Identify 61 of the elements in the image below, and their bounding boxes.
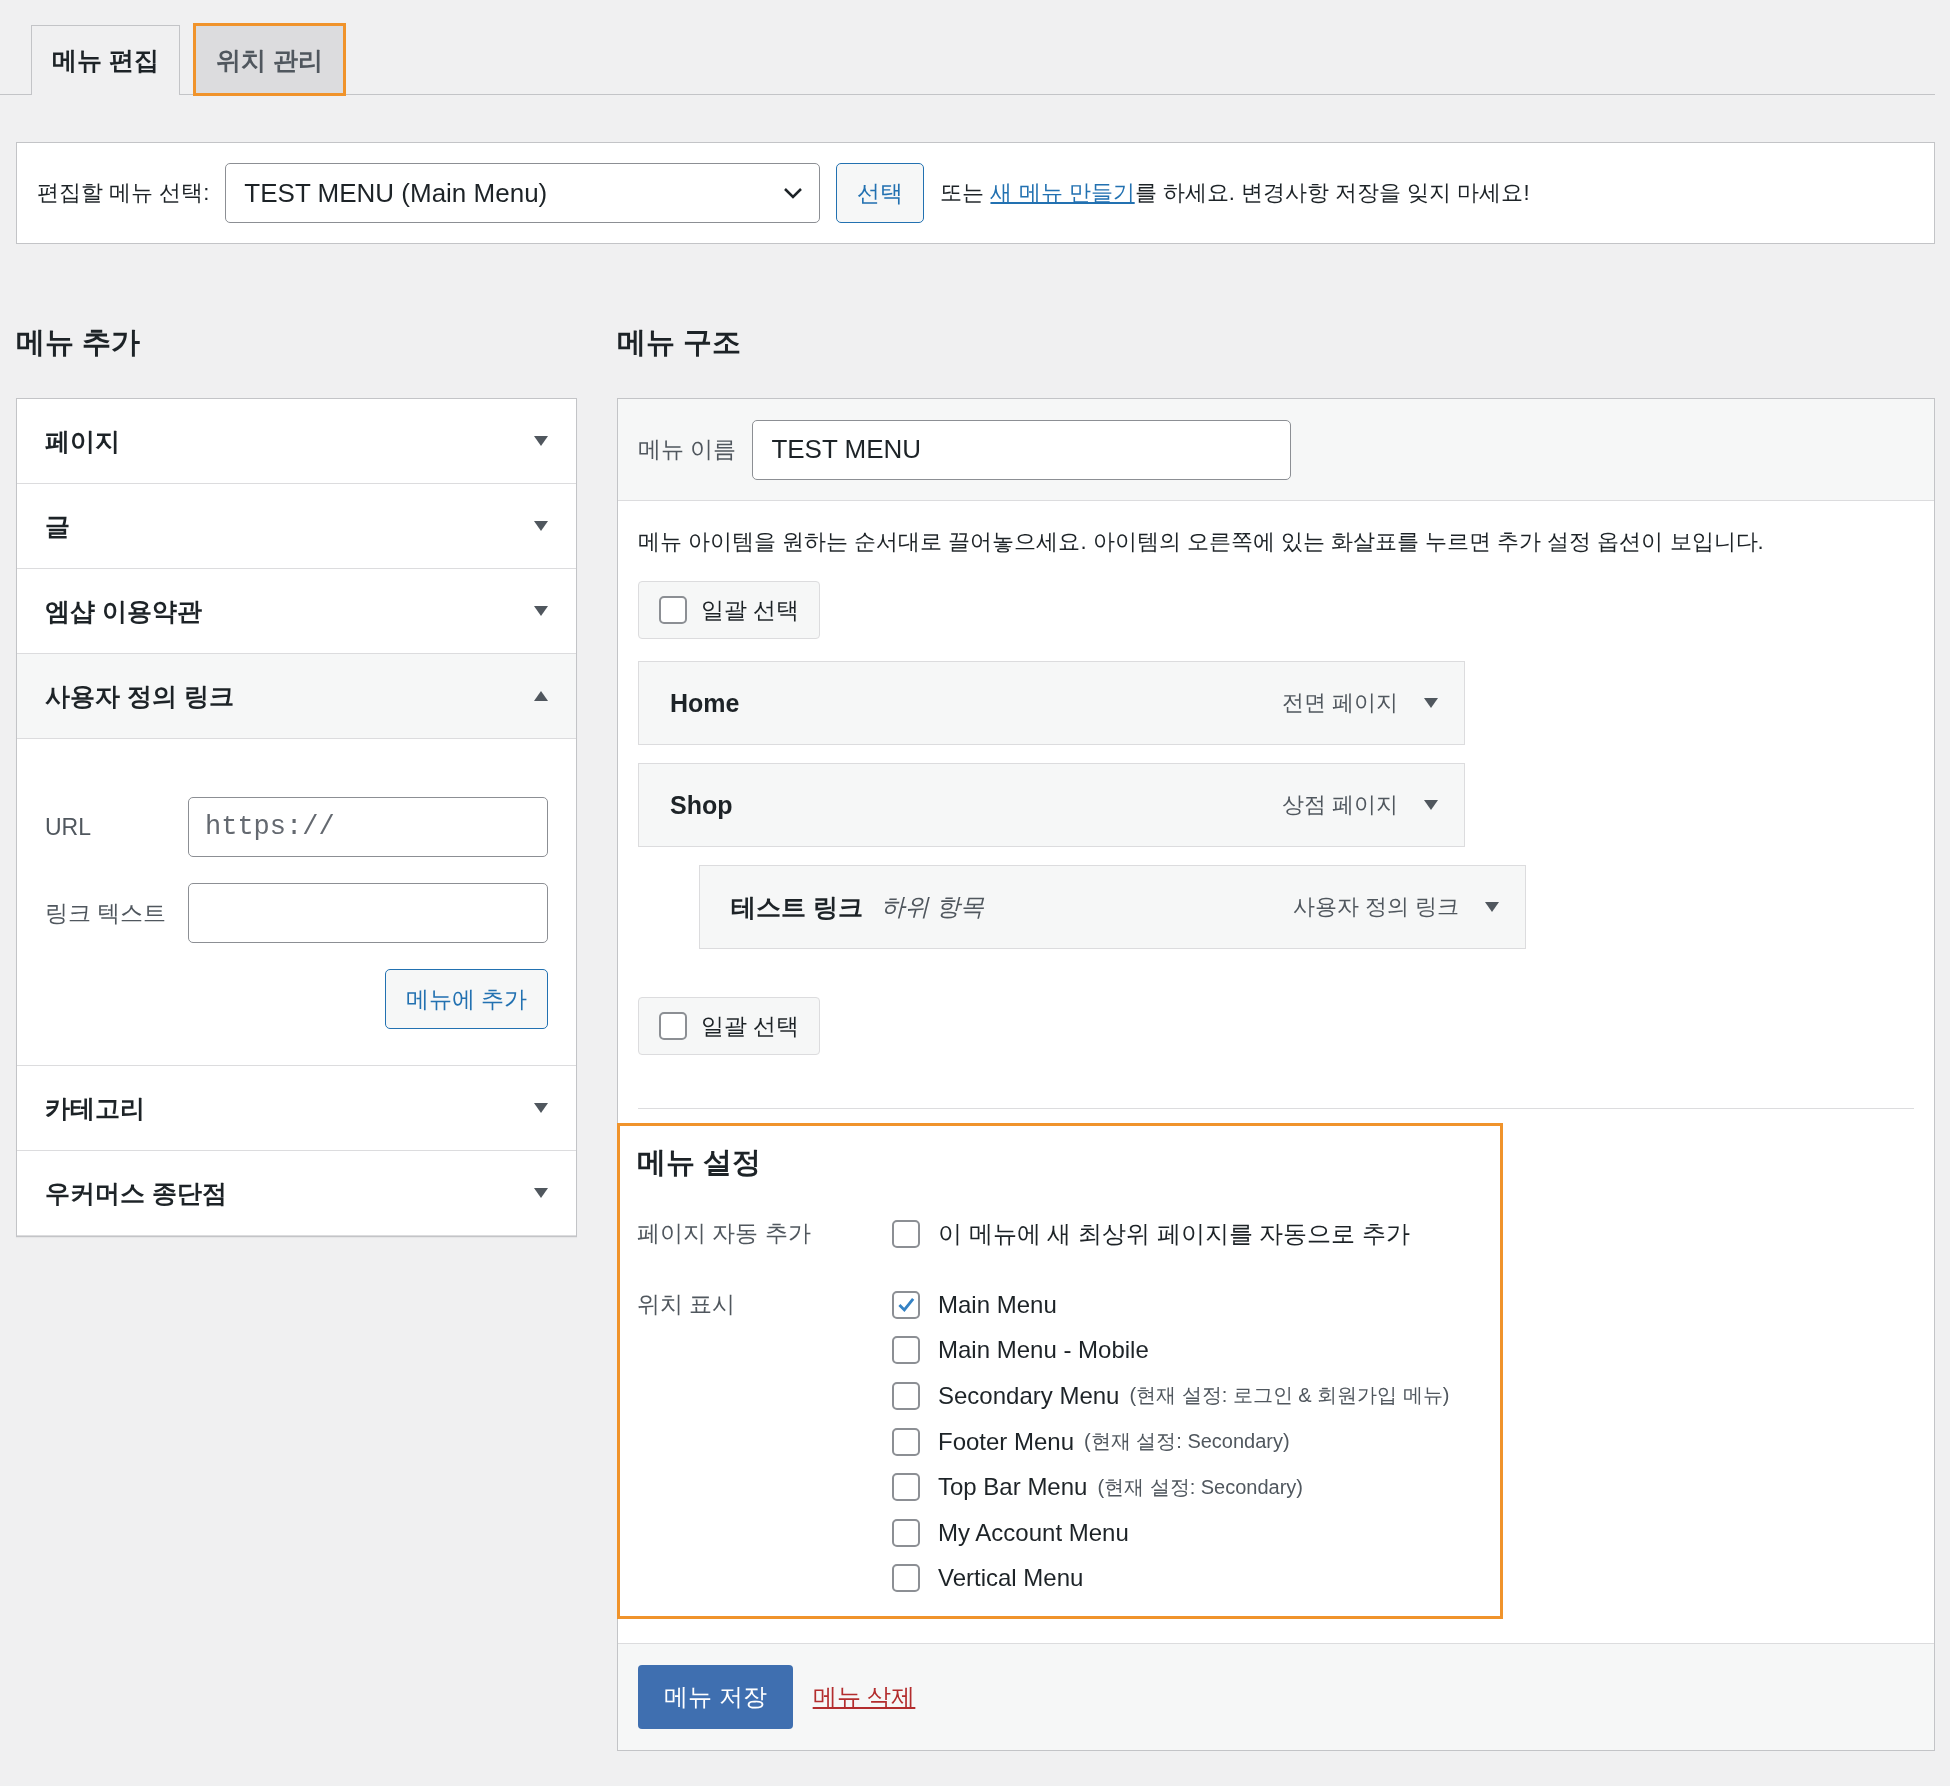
location-option[interactable]: Vertical Menu <box>892 1555 1483 1602</box>
checkbox[interactable] <box>892 1382 920 1410</box>
accordion-header[interactable]: 엠샵 이용약관 <box>17 569 576 654</box>
expand-arrow-icon[interactable] <box>1424 800 1438 810</box>
tab[interactable]: 위치 관리 <box>194 25 344 94</box>
setting-label: 위치 표시 <box>637 1290 737 1319</box>
tab[interactable]: 메뉴 편집 <box>31 25 180 95</box>
location-option[interactable]: Top Bar Menu (현재 설정: Secondary) <box>892 1464 1483 1510</box>
checkbox[interactable] <box>659 596 687 624</box>
menu-item-bar[interactable]: 테스트 링크 하위 항목 사용자 정의 링크 <box>699 865 1526 949</box>
location-option[interactable]: Main Menu - Mobile <box>892 1327 1483 1374</box>
chevron-down-icon <box>783 187 804 199</box>
expand-arrow-icon[interactable] <box>534 436 548 446</box>
field-label: 메뉴 이름 <box>638 435 737 464</box>
create-menu-hint: 또는 새 메뉴 만들기를 하세요. 변경사항 저장을 잊지 마세요! <box>940 179 1530 207</box>
section-heading: 메뉴 구조 <box>617 325 743 360</box>
expand-arrow-icon[interactable] <box>1485 902 1499 912</box>
collapse-arrow-icon[interactable] <box>534 691 548 701</box>
expand-arrow-icon[interactable] <box>534 1188 548 1198</box>
checkbox[interactable] <box>892 1473 920 1502</box>
checkbox[interactable] <box>892 1518 920 1547</box>
menu-item-bar[interactable]: Shop 상점 페이지 <box>638 763 1465 847</box>
menu-item-bar[interactable]: Home 전면 페이지 <box>638 661 1465 745</box>
add-to-menu-button[interactable]: 메뉴에 추가 <box>384 969 548 1029</box>
settings-heading: 메뉴 설정 <box>637 1145 763 1180</box>
accordion-header[interactable]: 사용자 정의 링크 <box>17 654 576 739</box>
auto-add-option[interactable]: 이 메뉴에 새 최상위 페이지를 자동으로 추가 <box>892 1211 1483 1256</box>
menu-dropdown[interactable]: TEST MENU (Main Menu) <box>225 163 821 223</box>
checkbox[interactable] <box>892 1219 920 1248</box>
instructions-text: 메뉴 아이템을 원하는 순서대로 끌어놓으세요. 아이템의 오른쪽에 있는 화살표를 누르면 추가 설정 옵션이 보입니다. <box>638 528 1765 556</box>
field-label: URL <box>45 813 92 841</box>
section-heading: 메뉴 추가 <box>16 325 142 360</box>
expand-arrow-icon[interactable] <box>534 1103 548 1113</box>
checkbox[interactable] <box>659 1012 687 1040</box>
select-button[interactable]: 선택 <box>836 163 925 223</box>
expand-arrow-icon[interactable] <box>534 521 548 531</box>
checkbox[interactable] <box>892 1290 920 1319</box>
setting-label: 페이지 자동 추가 <box>637 1219 812 1248</box>
location-option[interactable]: Secondary Menu (현재 설정: 로그인 & 회원가입 메뉴) <box>892 1373 1483 1419</box>
checkbox[interactable] <box>892 1427 920 1456</box>
select-label: 편집할 메뉴 선택: <box>37 179 210 207</box>
checkbox[interactable] <box>892 1336 920 1365</box>
url-input-field[interactable]: https:// <box>188 797 548 857</box>
accordion-header[interactable]: 글 <box>17 484 576 569</box>
delete-menu-link[interactable]: 메뉴 삭제 <box>812 1681 916 1714</box>
checkbox[interactable] <box>892 1564 920 1593</box>
bulk-select-control[interactable]: 일괄 선택 <box>638 581 821 639</box>
location-option[interactable]: Main Menu <box>892 1282 1483 1328</box>
bulk-select-control[interactable]: 일괄 선택 <box>638 997 821 1055</box>
save-menu-button[interactable]: 메뉴 저장 <box>638 1665 793 1730</box>
location-option[interactable]: Footer Menu (현재 설정: Secondary) <box>892 1418 1483 1465</box>
location-option[interactable]: My Account Menu <box>892 1509 1483 1556</box>
menu-name-input-field[interactable]: TEST MENU <box>752 419 1292 480</box>
accordion-header[interactable]: 카테고리 <box>17 1066 576 1151</box>
create-menu-link[interactable]: 새 메뉴 만들기 <box>990 180 1135 205</box>
expand-arrow-icon[interactable] <box>534 606 548 616</box>
link-text-input-field[interactable] <box>188 883 548 943</box>
expand-arrow-icon[interactable] <box>1424 698 1438 708</box>
field-label: 링크 텍스트 <box>45 898 168 928</box>
accordion-header[interactable]: 우커머스 종단점 <box>17 1151 576 1236</box>
accordion-header[interactable]: 페이지 <box>17 399 576 484</box>
